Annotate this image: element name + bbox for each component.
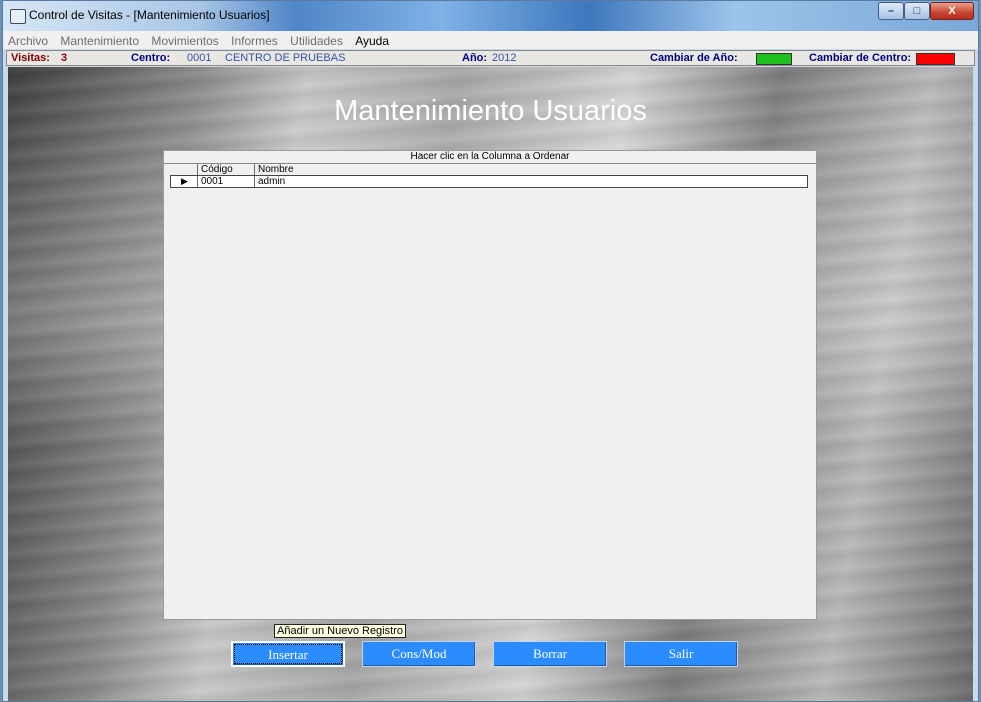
cambiar-anio-swatch[interactable] <box>756 53 792 65</box>
table-row[interactable]: ▶ 0001 admin <box>170 175 808 188</box>
anio-label: Año: <box>462 52 488 64</box>
title-bar[interactable]: Control de Visitas - [Mantenimiento Usua… <box>3 1 978 31</box>
action-buttons: Insertar Cons/Mod Borrar Salir <box>8 641 973 667</box>
menu-ayuda[interactable]: Ayuda <box>350 31 393 48</box>
cambiar-anio-label: Cambiar de Año: <box>650 52 738 64</box>
centro-code: 0001 <box>187 52 212 64</box>
menu-mantenimiento[interactable]: Mantenimiento <box>55 31 143 48</box>
maximize-button[interactable]: □ <box>904 2 930 20</box>
grid-header-row: Código Nombre <box>170 164 808 175</box>
centro-label: Centro: <box>131 52 171 64</box>
page-title: Mantenimiento Usuarios <box>334 95 647 127</box>
row-selector-icon: ▶ <box>181 176 188 186</box>
anio-value: 2012 <box>492 52 517 64</box>
cambiar-centro-swatch[interactable] <box>916 53 955 65</box>
menu-informes[interactable]: Informes <box>226 31 282 48</box>
minimize-button[interactable]: – <box>878 2 904 20</box>
cell-nombre[interactable]: admin <box>254 176 807 187</box>
grid-caption: Hacer clic en la Columna a Ordenar <box>164 151 816 164</box>
window-controls: – □ X <box>878 2 974 20</box>
menu-movimientos[interactable]: Movimientos <box>146 31 222 48</box>
menu-utilidades[interactable]: Utilidades <box>285 31 347 48</box>
column-header-nombre[interactable]: Nombre <box>254 164 808 175</box>
app-icon[interactable] <box>10 9 26 24</box>
insertar-button[interactable]: Insertar <box>231 641 345 667</box>
consmod-button[interactable]: Cons/Mod <box>362 641 476 667</box>
menu-bar: Archivo Mantenimiento Movimientos Inform… <box>3 31 978 49</box>
app-window: Control de Visitas - [Mantenimiento Usua… <box>2 0 979 702</box>
borrar-button[interactable]: Borrar <box>493 641 607 667</box>
window-title: Control de Visitas - [Mantenimiento Usua… <box>29 8 270 22</box>
visitas-label: Visitas: <box>11 52 50 64</box>
visitas-value: 3 <box>61 52 68 64</box>
cell-codigo[interactable]: 0001 <box>197 176 254 187</box>
cambiar-centro-label: Cambiar de Centro: <box>809 52 912 64</box>
close-button[interactable]: X <box>930 2 974 20</box>
menu-archivo[interactable]: Archivo <box>3 31 52 48</box>
tooltip: Añadir un Nuevo Registro <box>274 624 406 638</box>
users-grid[interactable]: Hacer clic en la Columna a Ordenar Códig… <box>163 150 817 620</box>
info-bar: Visitas: 3 Centro: 0001 CENTRO DE PRUEBA… <box>6 50 975 66</box>
form-background: Mantenimiento Usuarios Hacer clic en la … <box>8 67 973 701</box>
column-header-codigo[interactable]: Código <box>197 164 254 175</box>
salir-button[interactable]: Salir <box>624 641 738 667</box>
centro-name: CENTRO DE PRUEBAS <box>225 52 346 64</box>
